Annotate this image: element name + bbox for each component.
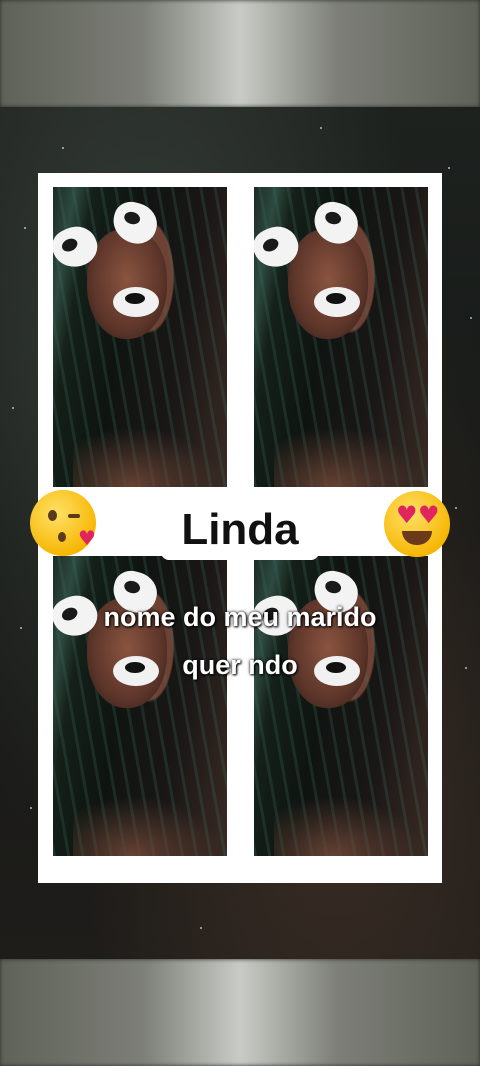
blurred-top-band [0,0,480,107]
face [288,229,368,339]
heart-eyes-emoji-icon: ♥ ♥ [382,489,452,559]
dog-nose [113,287,159,317]
kissing-face-emoji-icon: ♥ [28,488,98,558]
photo-top-left [53,187,227,487]
photo-bottom-left [53,556,227,856]
blurred-bottom-band [0,959,480,1066]
dog-nose [314,287,360,317]
face [87,229,167,339]
photo-top-right [254,187,428,487]
name-label: Linda [161,500,319,560]
caption-line-2: quer ndo [182,650,298,680]
photo-bottom-right [254,556,428,856]
caption-line-1: nome do meu marido [103,602,377,632]
